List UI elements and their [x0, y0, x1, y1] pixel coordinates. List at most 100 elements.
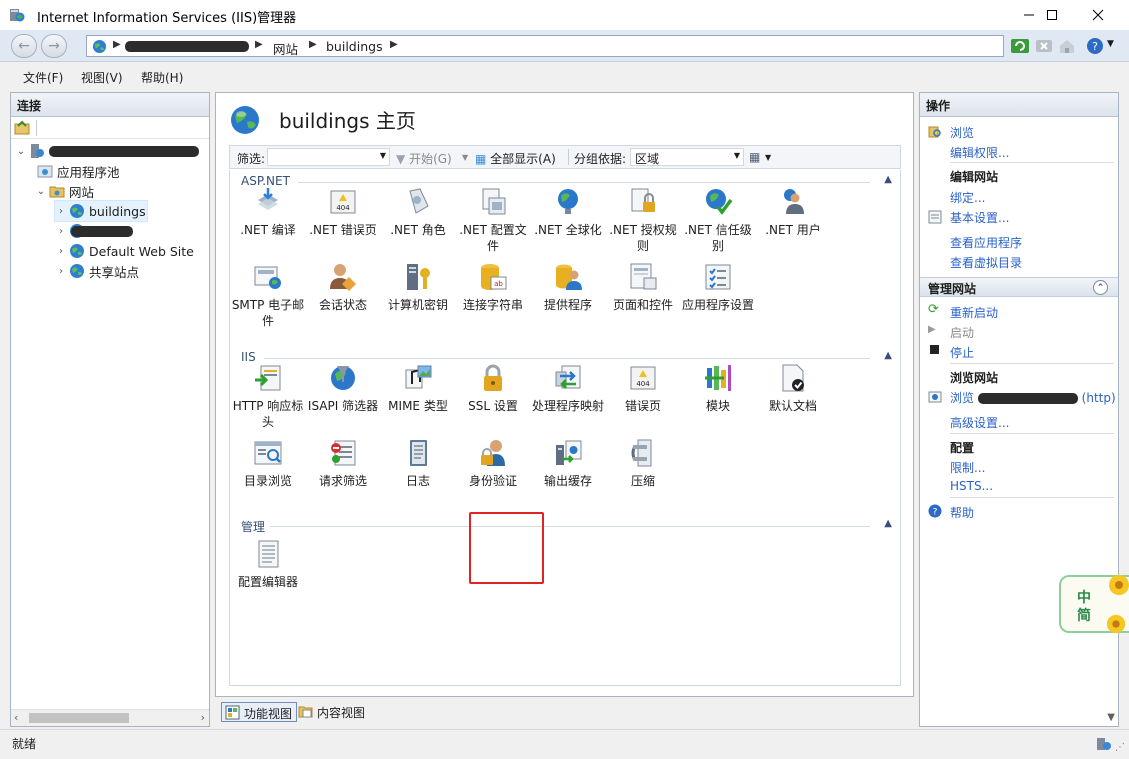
chevron-down-icon[interactable]: ⌄	[15, 146, 27, 157]
tree-sites-label: 网站	[69, 184, 95, 200]
feature-output-caching[interactable]: 输出缓存	[530, 437, 606, 489]
action-help[interactable]: 帮助	[950, 504, 974, 521]
refresh-icon[interactable]	[1010, 36, 1030, 56]
feature-providers[interactable]: 提供程序	[530, 261, 606, 313]
chevron-right-icon[interactable]: ›	[55, 246, 67, 257]
action-advanced-settings[interactable]: 高级设置...	[950, 414, 1009, 431]
feature-modules[interactable]: 模块	[680, 362, 756, 414]
action-edit-permissions[interactable]: 编辑权限...	[950, 144, 1009, 161]
resize-grip-icon[interactable]: ⋰	[1115, 742, 1125, 753]
feature-connection-strings[interactable]: ab 连接字符串	[455, 261, 531, 313]
view-mode-icon[interactable]: ▦	[749, 150, 760, 164]
feature-machine-key[interactable]: 计算机密钥	[380, 261, 456, 313]
chevron-down-icon[interactable]: ▼	[462, 153, 468, 162]
home-icon[interactable]	[1057, 36, 1077, 56]
feature-net-compile[interactable]: .NET 编译	[230, 186, 306, 238]
action-browse-http[interactable]: 浏览 (http)	[950, 389, 1116, 406]
feature-handler-mappings[interactable]: 处理程序映射	[530, 362, 606, 414]
stop-icon[interactable]	[1034, 36, 1054, 56]
feature-net-config[interactable]: .NET 配置文件	[455, 186, 531, 254]
section-manage-site[interactable]: 管理网站 ⌃	[920, 277, 1118, 297]
feature-net-roles[interactable]: .NET 角色	[380, 186, 456, 238]
action-bindings[interactable]: 绑定...	[950, 189, 985, 206]
group-header-manage[interactable]: 管理 ▲	[230, 518, 900, 534]
feature-logging[interactable]: 日志	[380, 437, 456, 489]
feature-config-editor[interactable]: 配置编辑器	[230, 538, 306, 590]
maximize-button[interactable]	[1029, 0, 1075, 30]
chevron-up-icon[interactable]: ▲	[884, 174, 892, 185]
action-view-vdirs[interactable]: 查看虚拟目录	[950, 254, 1022, 271]
scroll-left-icon[interactable]: ‹	[14, 711, 18, 724]
action-restart[interactable]: 重新启动	[950, 304, 998, 321]
action-basic-settings[interactable]: 基本设置...	[950, 209, 1009, 226]
arrow-right-icon: →	[48, 38, 60, 54]
title-bar: Internet Information Services (IIS)管理器	[0, 0, 1129, 30]
help-dropdown-icon[interactable]: ?	[1085, 36, 1105, 56]
show-all-icon: ▦	[475, 152, 487, 166]
tree-buildings[interactable]: › buildings	[54, 200, 148, 222]
action-start[interactable]: 启动	[950, 324, 974, 341]
breadcrumb-buildings[interactable]: buildings	[326, 39, 383, 54]
action-stop[interactable]: 停止	[950, 344, 974, 361]
menu-view[interactable]: 视图(V)	[81, 69, 123, 86]
feature-error-pages[interactable]: 404 错误页	[605, 362, 681, 414]
feature-ssl-settings[interactable]: SSL 设置	[455, 362, 531, 414]
forward-button[interactable]: →	[41, 34, 67, 58]
chevron-down-icon[interactable]: ▼	[765, 153, 771, 162]
action-view-apps[interactable]: 查看应用程序	[950, 234, 1022, 251]
tree-site-redacted[interactable]: ›	[55, 221, 133, 241]
chevron-up-icon[interactable]: ▲	[884, 350, 892, 361]
show-all-button[interactable]: ▦ 全部显示(A)	[475, 150, 556, 167]
action-browse[interactable]: 浏览	[950, 124, 974, 141]
feature-net-error-pages[interactable]: 404 .NET 错误页	[305, 186, 381, 238]
tree-default-site[interactable]: › Default Web Site	[55, 241, 194, 261]
start-button[interactable]: ▼ 开始(G)	[396, 150, 452, 167]
address-path[interactable]: ▶ ▶ 网站 ▶ buildings ▶	[86, 35, 1004, 57]
feature-net-users[interactable]: .NET 用户	[755, 186, 831, 238]
chevron-right-icon[interactable]: ›	[55, 206, 67, 217]
feature-default-document[interactable]: 默认文档	[755, 362, 831, 414]
group-by-select[interactable]: 区域 ▼	[630, 148, 744, 166]
feature-net-globalization[interactable]: .NET 全球化	[530, 186, 606, 238]
feature-net-authorization[interactable]: .NET 授权规则	[605, 186, 681, 254]
feature-authentication[interactable]: 身份验证	[455, 437, 531, 489]
tree-app-pools[interactable]: 应用程序池	[35, 161, 120, 181]
close-button[interactable]	[1075, 0, 1121, 30]
ime-widget[interactable]: 中 简	[1059, 575, 1129, 634]
menu-help[interactable]: 帮助(H)	[141, 69, 183, 86]
scroll-down-icon[interactable]: ▼	[1107, 712, 1115, 723]
feature-pages-controls[interactable]: 页面和控件	[605, 261, 681, 313]
feature-app-settings[interactable]: 应用程序设置	[680, 261, 756, 313]
feature-http-headers[interactable]: HTTP 响应标头	[230, 362, 306, 430]
chevron-up-icon[interactable]: ⌃	[1093, 280, 1108, 295]
tab-features-view[interactable]: 功能视图	[221, 702, 298, 722]
feature-request-filtering[interactable]: 请求筛选	[305, 437, 381, 489]
tree-server[interactable]: ⌄	[15, 141, 199, 161]
feature-smtp[interactable]: SMTP 电子邮件	[230, 261, 306, 329]
chevron-right-icon[interactable]: ›	[55, 226, 67, 237]
tab-content-view[interactable]: 内容视图	[295, 702, 369, 722]
action-hsts[interactable]: HSTS...	[950, 479, 993, 493]
back-button[interactable]: ←	[11, 34, 37, 58]
feature-mime-types[interactable]: MIME 类型	[380, 362, 456, 414]
chevron-up-icon[interactable]: ▲	[884, 518, 892, 529]
chevron-right-icon[interactable]: ›	[55, 266, 67, 277]
feature-label: .NET 用户	[765, 223, 821, 237]
feature-compression[interactable]: 压缩	[605, 437, 681, 489]
feature-isapi-filters[interactable]: ISAPI 筛选器	[305, 362, 381, 414]
scroll-thumb[interactable]	[29, 713, 129, 723]
feature-session-state[interactable]: 会话状态	[305, 261, 381, 313]
chevron-down-icon[interactable]: ⌄	[35, 186, 47, 197]
breadcrumb-sites[interactable]: 网站	[273, 39, 298, 58]
feature-directory-browsing[interactable]: 目录浏览	[230, 437, 306, 489]
filter-input[interactable]: ▼	[267, 148, 390, 166]
tree-shared-site[interactable]: › 共享站点	[55, 261, 139, 281]
scroll-right-icon[interactable]: ›	[201, 711, 205, 724]
horizontal-scrollbar[interactable]: ‹ ›	[11, 709, 209, 726]
tree-sites[interactable]: ⌄ 网站	[35, 181, 94, 201]
connect-icon[interactable]	[14, 120, 30, 136]
menu-file[interactable]: 文件(F)	[23, 69, 63, 86]
action-limits[interactable]: 限制...	[950, 459, 985, 476]
chevron-down-icon[interactable]: ▼	[1107, 39, 1114, 49]
feature-net-trust[interactable]: .NET 信任级别	[680, 186, 756, 254]
